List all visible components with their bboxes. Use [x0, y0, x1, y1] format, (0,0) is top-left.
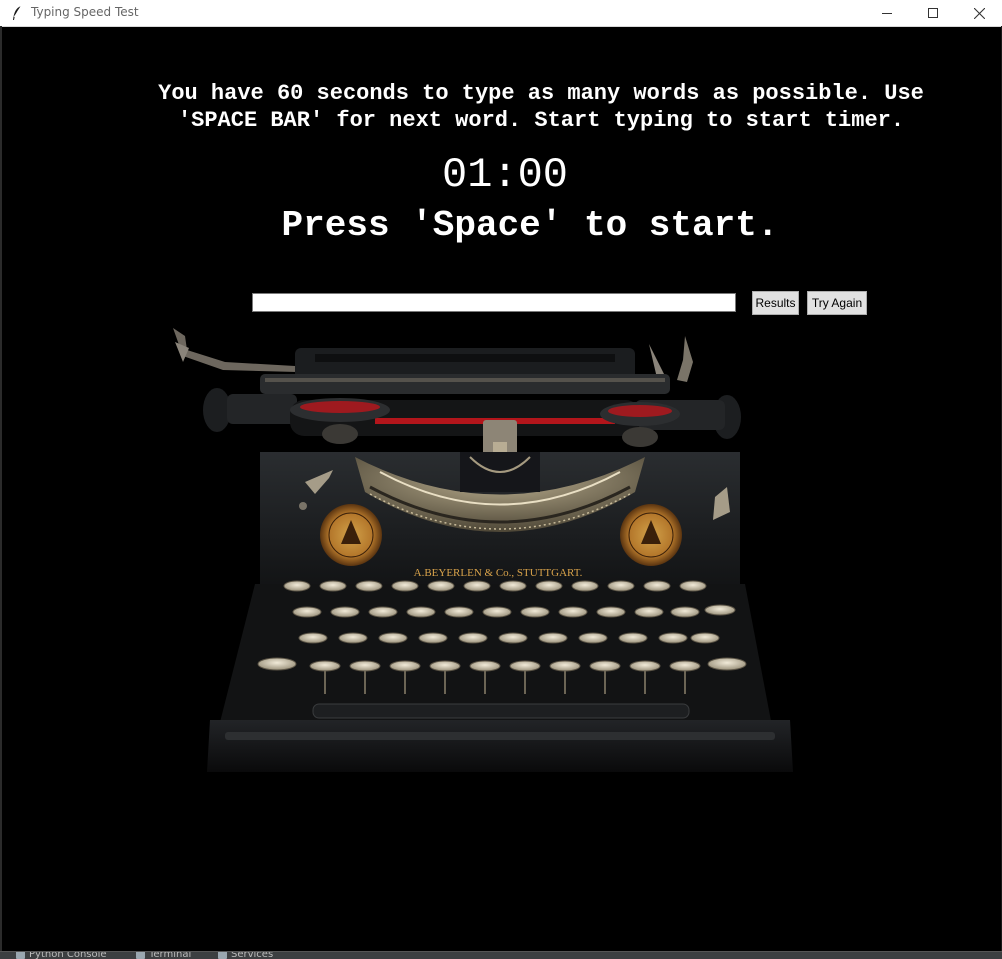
window-title: Typing Speed Test	[31, 5, 139, 19]
close-icon	[973, 7, 985, 19]
minimize-button[interactable]	[864, 0, 910, 26]
close-button[interactable]	[956, 0, 1002, 26]
instructions-label: You have 60 seconds to type as many word…	[158, 81, 924, 133]
brand-plate-label: A.BEYERLEN & Co., STUTTGART.	[414, 567, 583, 579]
try-again-button[interactable]: Try Again	[807, 291, 867, 315]
timer-label: 01:00	[441, 151, 569, 199]
minimize-icon	[882, 13, 892, 14]
start-prompt-label: Press 'Space' to start.	[281, 205, 779, 246]
results-button[interactable]: Results	[752, 291, 799, 315]
title-bar: Typing Speed Test	[0, 0, 1002, 27]
feather-icon	[13, 5, 22, 20]
typewriter-image: A.BEYERLEN & Co., STUTTGART.	[173, 328, 793, 772]
typing-input[interactable]	[252, 293, 736, 312]
maximize-icon	[928, 8, 938, 18]
window-frame-left	[0, 26, 2, 958]
maximize-button[interactable]	[910, 0, 956, 26]
